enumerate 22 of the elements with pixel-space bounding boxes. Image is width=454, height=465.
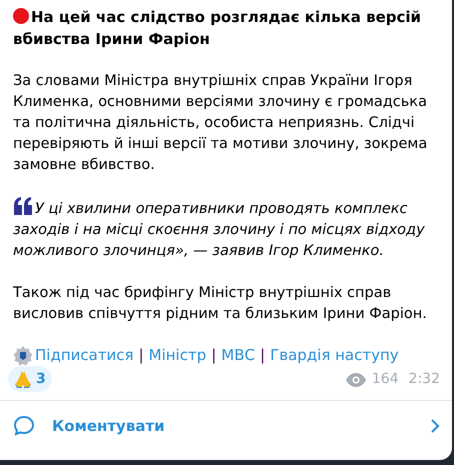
- separator: |: [138, 345, 144, 366]
- quote-text: У ці хвилини оперативники проводять комплекс заходів і на місці скоєння злочину і по місцях відходу можливого злочинця», — заявив Ігор Клименко.: [13, 197, 439, 262]
- chevron-right-icon: [430, 418, 440, 434]
- hashtag-link[interactable]: Підписатися: [35, 345, 134, 366]
- speech-bubble-icon: [12, 414, 36, 438]
- hashtag-link[interactable]: Гвардія наступу: [270, 345, 399, 366]
- hashtag-link[interactable]: Міністр: [148, 345, 206, 366]
- post-time: 2:32: [408, 370, 440, 389]
- view-count: 164: [372, 370, 399, 389]
- paragraph: За словами Міністра внутрішніх справ України Ігоря Клименка, основними версіями злочину є громадська та політична діяльність, особиста неприязнь. Слідчі перевіряють й інші версії та мотиви злочину, зокрема замовне вбивство.: [13, 72, 428, 175]
- circle-icon: [13, 8, 29, 24]
- quote-mark-icon: [13, 197, 33, 215]
- hashtag-link[interactable]: МВС: [221, 345, 256, 366]
- police-badge-icon: [13, 346, 33, 366]
- reaction-button[interactable]: 3: [8, 366, 52, 392]
- separator: |: [260, 345, 266, 366]
- eye-icon: [346, 372, 366, 386]
- praying-hands-icon: [14, 370, 32, 388]
- post-title: На цей час слідство розглядає кілька версій вбивства Ірини Фаріон: [13, 7, 422, 50]
- comments-button[interactable]: Коментувати: [0, 401, 452, 451]
- separator: |: [211, 345, 216, 366]
- paragraph: Також під час брифінгу Міністр внутрішніх справ висловив співчуття рідним та близьким Ірини Фаріон.: [13, 284, 428, 324]
